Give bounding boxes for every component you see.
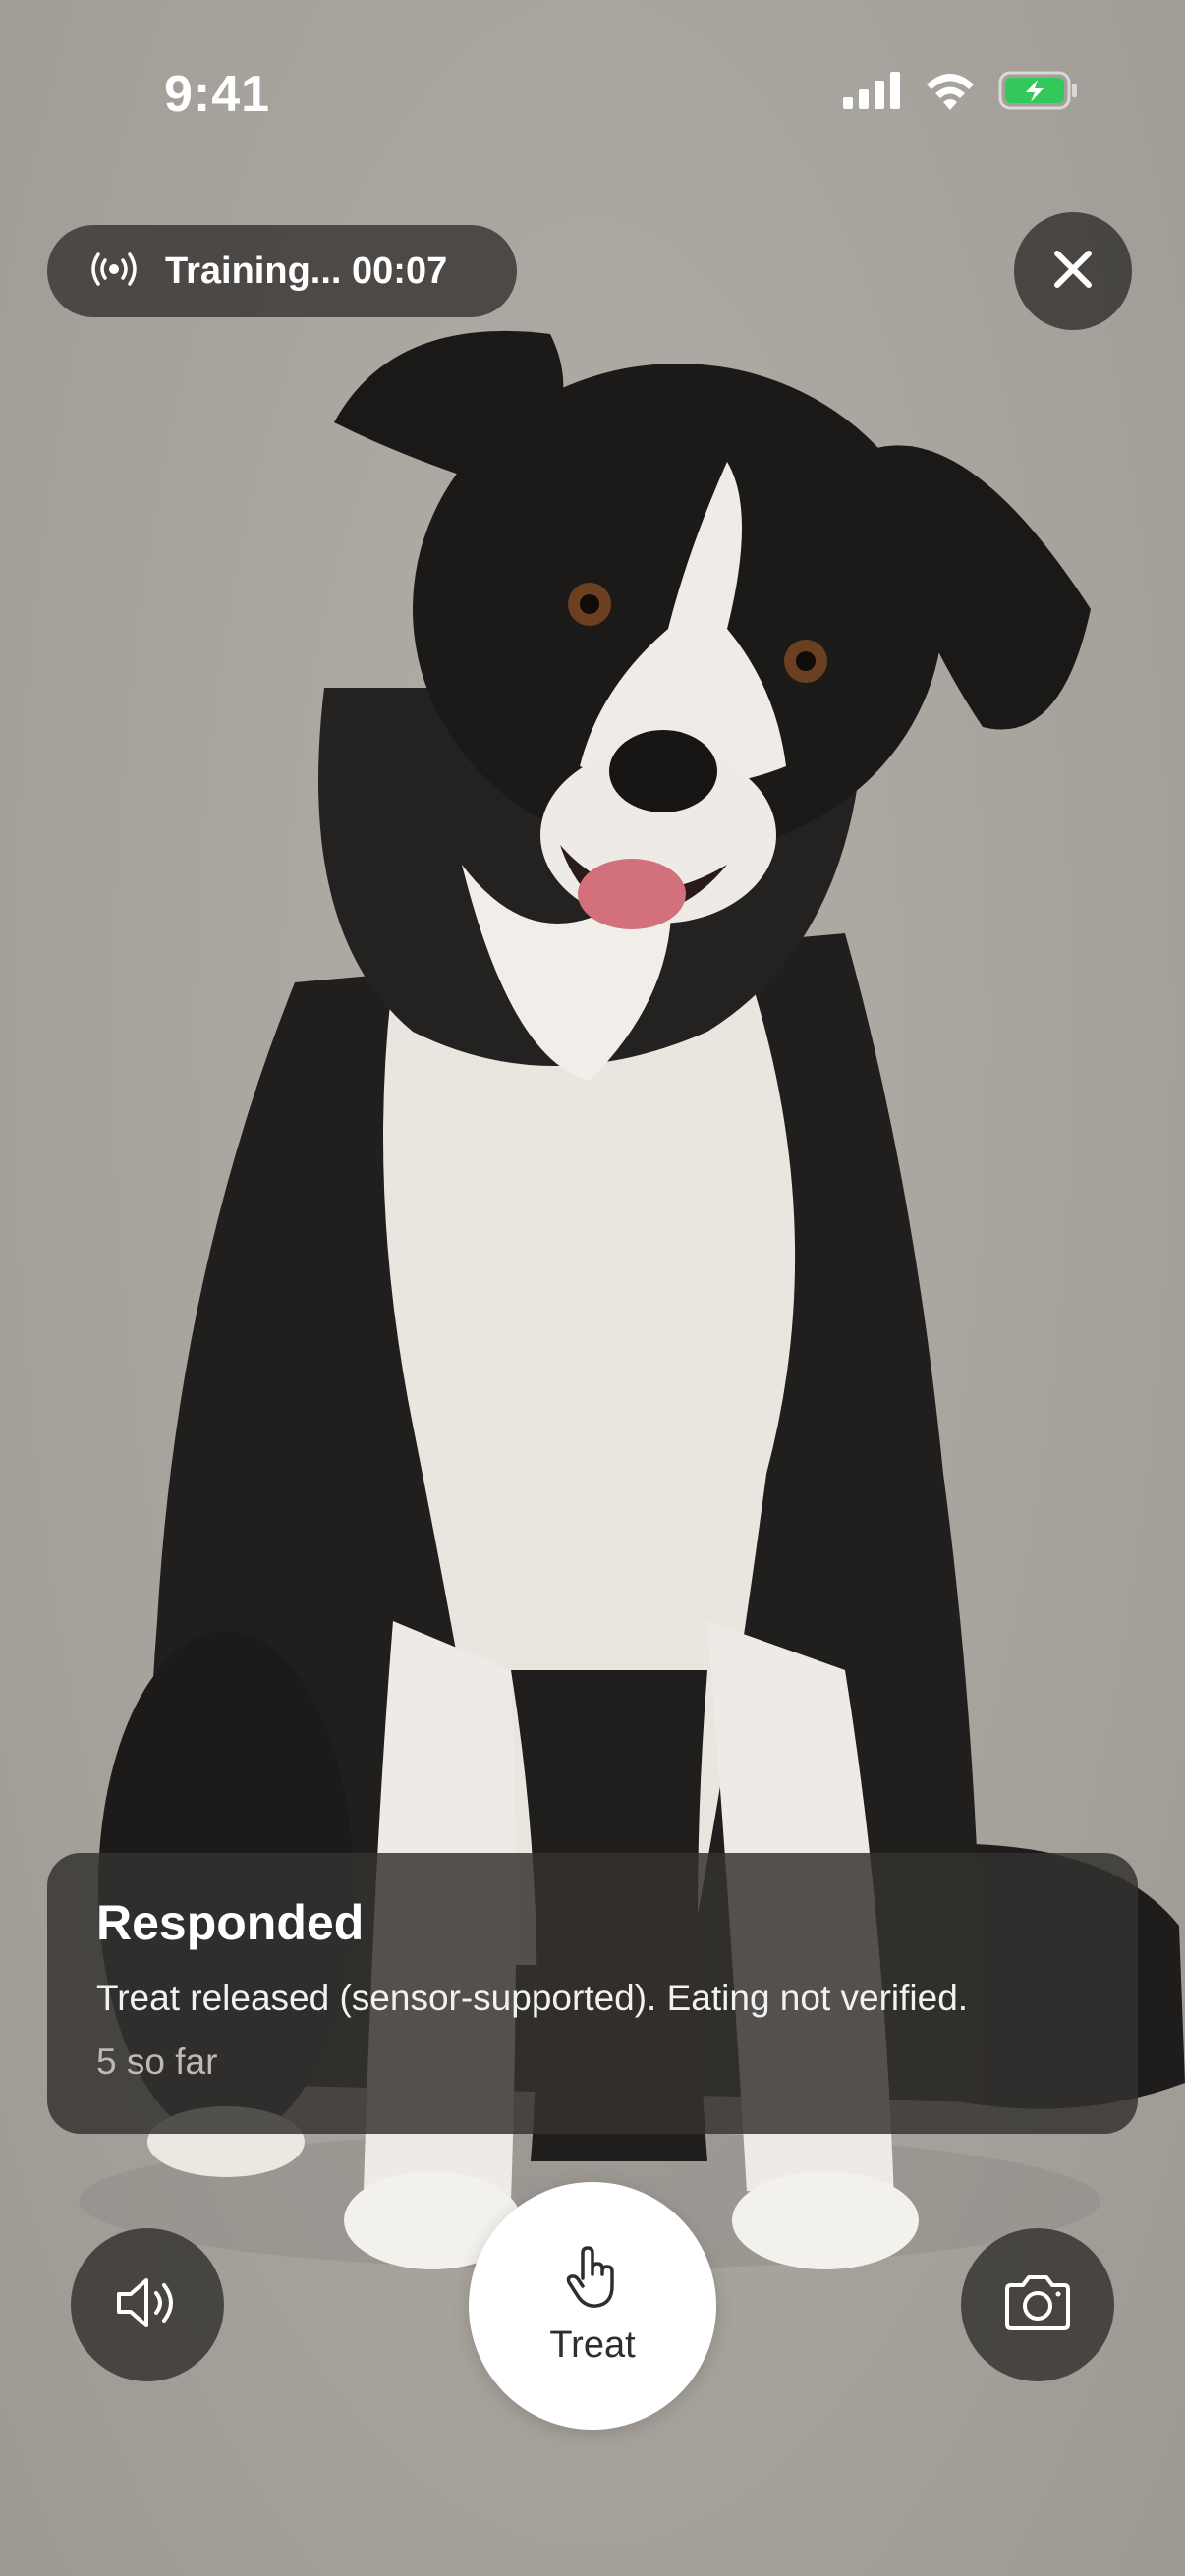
response-count: 5 so far	[96, 2041, 218, 2082]
training-screen: 9:41 Training... 00:07 Responded Treat r…	[0, 0, 1185, 2576]
close-button[interactable]	[1014, 212, 1132, 330]
response-title: Responded	[96, 1895, 365, 1950]
close-icon	[1051, 248, 1095, 296]
response-detail: Treat released (sensor-supported). Eatin…	[96, 1978, 969, 2018]
wifi-icon	[924, 71, 977, 115]
response-card: Responded Treat released (sensor-support…	[47, 1853, 1138, 2134]
treat-label: Treat	[549, 2324, 636, 2366]
camera-button[interactable]	[961, 2228, 1114, 2381]
speaker-icon	[113, 2273, 182, 2337]
treat-button[interactable]: Treat	[469, 2182, 716, 2430]
battery-charging-icon	[998, 71, 1079, 115]
status-time: 9:41	[164, 66, 271, 123]
status-icons	[843, 71, 1079, 115]
training-session-pill: Training... 00:07	[47, 225, 517, 317]
hand-pointer-icon	[563, 2245, 622, 2315]
sound-button[interactable]	[71, 2228, 224, 2381]
cellular-signal-icon	[843, 72, 902, 114]
training-timer-label: Training... 00:07	[165, 250, 448, 292]
status-bar: 9:41	[0, 0, 1185, 187]
camera-icon	[1001, 2273, 1074, 2337]
broadcast-icon	[88, 252, 140, 292]
